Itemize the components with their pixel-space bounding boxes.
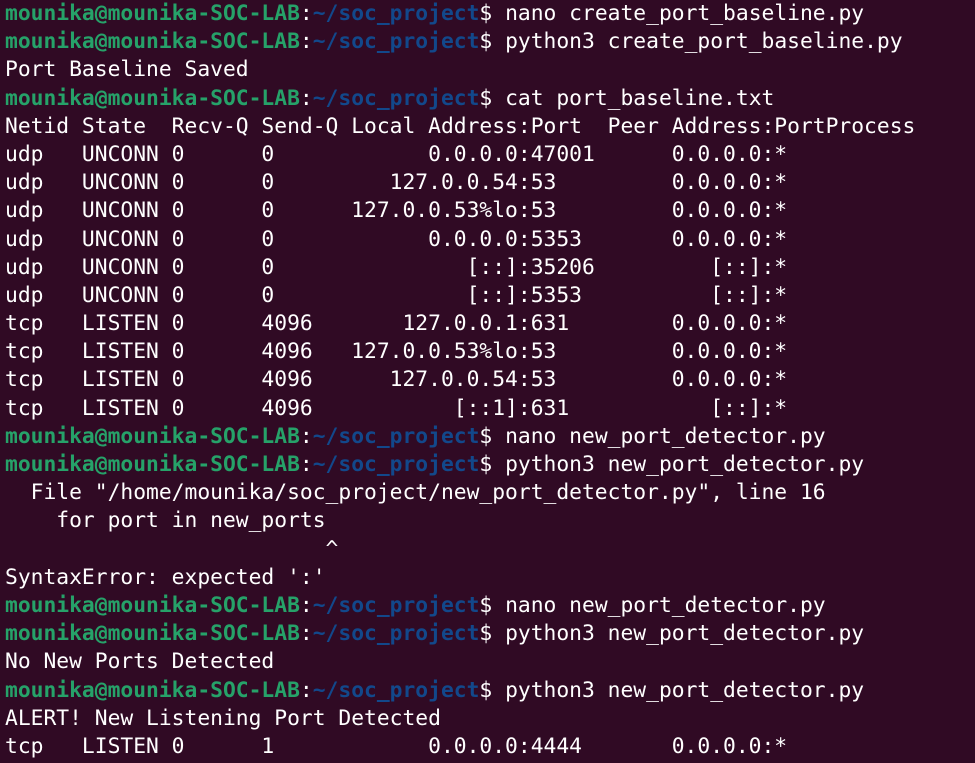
output-text: Port Baseline Saved: [5, 57, 249, 83]
prompt-path: ~/soc_project: [312, 29, 480, 55]
prompt-sign: $: [479, 85, 506, 111]
prompt-colon: :: [299, 592, 313, 618]
output-line: udp UNCONN 0 0 127.0.0.54:53 0.0.0.0:*: [5, 169, 975, 197]
output-text: No New Ports Detected: [5, 649, 275, 675]
prompt-colon: :: [299, 677, 313, 703]
output-text: tcp LISTEN 0 1 0.0.0.0:4444 0.0.0.0:*: [5, 733, 788, 759]
prompt-path: ~/soc_project: [312, 621, 480, 647]
output-text: udp UNCONN 0 0 127.0.0.54:53 0.0.0.0:*: [5, 170, 788, 196]
output-text: tcp LISTEN 0 4096 127.0.0.53%lo:53 0.0.0…: [5, 339, 788, 365]
command-text: python3 create_port_baseline.py: [505, 29, 903, 55]
prompt-path: ~/soc_project: [312, 423, 480, 449]
prompt-colon: :: [299, 1, 313, 26]
command-text: nano create_port_baseline.py: [505, 1, 865, 26]
output-text: for port in new_ports: [5, 508, 326, 534]
output-line: tcp LISTEN 0 1 0.0.0.0:4444 0.0.0.0:*: [5, 733, 975, 761]
prompt-colon: :: [299, 85, 313, 111]
command-text: python3 new_port_detector.py: [505, 452, 865, 477]
prompt-user-host: mounika@mounika-SOC-LAB: [5, 423, 300, 449]
prompt-path: ~/soc_project: [312, 1, 480, 26]
output-text: ALERT! New Listening Port Detected: [5, 705, 441, 731]
output-line: tcp LISTEN 0 4096 127.0.0.54:53 0.0.0.0:…: [5, 366, 975, 394]
output-line: Netid State Recv-Q Send-Q Local Address:…: [5, 113, 975, 141]
command-text: python3 new_port_detector.py: [505, 677, 865, 703]
output-text: udp UNCONN 0 0 0.0.0.0:5353 0.0.0.0:*: [5, 226, 788, 252]
prompt-line: mounika@mounika-SOC-LAB:~/soc_project$ p…: [5, 677, 975, 705]
output-text: udp UNCONN 0 0 [::]:35206 [::]:*: [5, 254, 788, 280]
prompt-user-host: mounika@mounika-SOC-LAB: [5, 621, 300, 647]
prompt-colon: :: [299, 452, 313, 477]
prompt-line: mounika@mounika-SOC-LAB:~/soc_project$ c…: [5, 85, 975, 113]
output-line: ^: [5, 536, 975, 564]
prompt-user-host: mounika@mounika-SOC-LAB: [5, 1, 300, 26]
prompt-colon: :: [299, 423, 313, 449]
output-line: ALERT! New Listening Port Detected: [5, 705, 975, 733]
command-text: nano new_port_detector.py: [505, 423, 826, 449]
prompt-sign: $: [479, 677, 506, 703]
prompt-colon: :: [299, 29, 313, 55]
output-line: tcp LISTEN 0 4096 [::1]:631 [::]:*: [5, 395, 975, 423]
output-line: udp UNCONN 0 0 [::]:35206 [::]:*: [5, 254, 975, 282]
command-text: cat port_baseline.txt: [505, 85, 775, 111]
prompt-path: ~/soc_project: [312, 677, 480, 703]
prompt-line: mounika@mounika-SOC-LAB:~/soc_project$ p…: [5, 28, 975, 56]
output-text: ^: [5, 536, 339, 562]
output-line: for port in new_ports: [5, 507, 975, 535]
prompt-sign: $: [479, 592, 506, 618]
prompt-user-host: mounika@mounika-SOC-LAB: [5, 85, 300, 111]
output-line: File "/home/mounika/soc_project/new_port…: [5, 479, 975, 507]
output-text: udp UNCONN 0 0 [::]:5353 [::]:*: [5, 282, 788, 308]
prompt-line: mounika@mounika-SOC-LAB:~/soc_project$ n…: [5, 423, 975, 451]
output-line: SyntaxError: expected ':': [5, 564, 975, 592]
prompt-sign: $: [479, 29, 506, 55]
output-text: tcp LISTEN 0 4096 127.0.0.54:53 0.0.0.0:…: [5, 367, 788, 393]
prompt-colon: :: [299, 621, 313, 647]
prompt-path: ~/soc_project: [312, 592, 480, 618]
prompt-line: mounika@mounika-SOC-LAB:~/soc_project$ n…: [5, 0, 975, 28]
output-line: No New Ports Detected: [5, 648, 975, 676]
prompt-line: mounika@mounika-SOC-LAB:~/soc_project$ p…: [5, 620, 975, 648]
prompt-path: ~/soc_project: [312, 452, 480, 477]
prompt-line: mounika@mounika-SOC-LAB:~/soc_project$ p…: [5, 451, 975, 479]
output-line: udp UNCONN 0 0 127.0.0.53%lo:53 0.0.0.0:…: [5, 197, 975, 225]
prompt-sign: $: [479, 1, 506, 26]
prompt-path: ~/soc_project: [312, 85, 480, 111]
output-line: udp UNCONN 0 0 [::]:5353 [::]:*: [5, 282, 975, 310]
output-text: udp UNCONN 0 0 127.0.0.53%lo:53 0.0.0.0:…: [5, 198, 788, 224]
prompt-user-host: mounika@mounika-SOC-LAB: [5, 29, 300, 55]
output-text: Netid State Recv-Q Send-Q Local Address:…: [5, 113, 916, 139]
prompt-line: mounika@mounika-SOC-LAB:~/soc_project$ n…: [5, 592, 975, 620]
prompt-sign: $: [479, 621, 506, 647]
prompt-user-host: mounika@mounika-SOC-LAB: [5, 452, 300, 477]
output-line: Port Baseline Saved: [5, 56, 975, 84]
output-line: udp UNCONN 0 0 0.0.0.0:47001 0.0.0.0:*: [5, 141, 975, 169]
prompt-sign: $: [479, 423, 506, 449]
terminal-window[interactable]: mounika@mounika-SOC-LAB:~/soc_project$ n…: [0, 0, 975, 763]
prompt-sign: $: [479, 452, 506, 477]
prompt-user-host: mounika@mounika-SOC-LAB: [5, 592, 300, 618]
output-text: udp UNCONN 0 0 0.0.0.0:47001 0.0.0.0:*: [5, 141, 788, 167]
command-text: nano new_port_detector.py: [505, 592, 826, 618]
output-text: SyntaxError: expected ':': [5, 564, 326, 590]
output-line: tcp LISTEN 0 4096 127.0.0.1:631 0.0.0.0:…: [5, 310, 975, 338]
command-text: python3 new_port_detector.py: [505, 621, 865, 647]
prompt-user-host: mounika@mounika-SOC-LAB: [5, 677, 300, 703]
output-text: tcp LISTEN 0 4096 127.0.0.1:631 0.0.0.0:…: [5, 311, 788, 337]
output-text: File "/home/mounika/soc_project/new_port…: [5, 480, 826, 506]
output-text: tcp LISTEN 0 4096 [::1]:631 [::]:*: [5, 395, 788, 421]
output-line: tcp LISTEN 0 4096 127.0.0.53%lo:53 0.0.0…: [5, 338, 975, 366]
output-line: udp UNCONN 0 0 0.0.0.0:5353 0.0.0.0:*: [5, 226, 975, 254]
